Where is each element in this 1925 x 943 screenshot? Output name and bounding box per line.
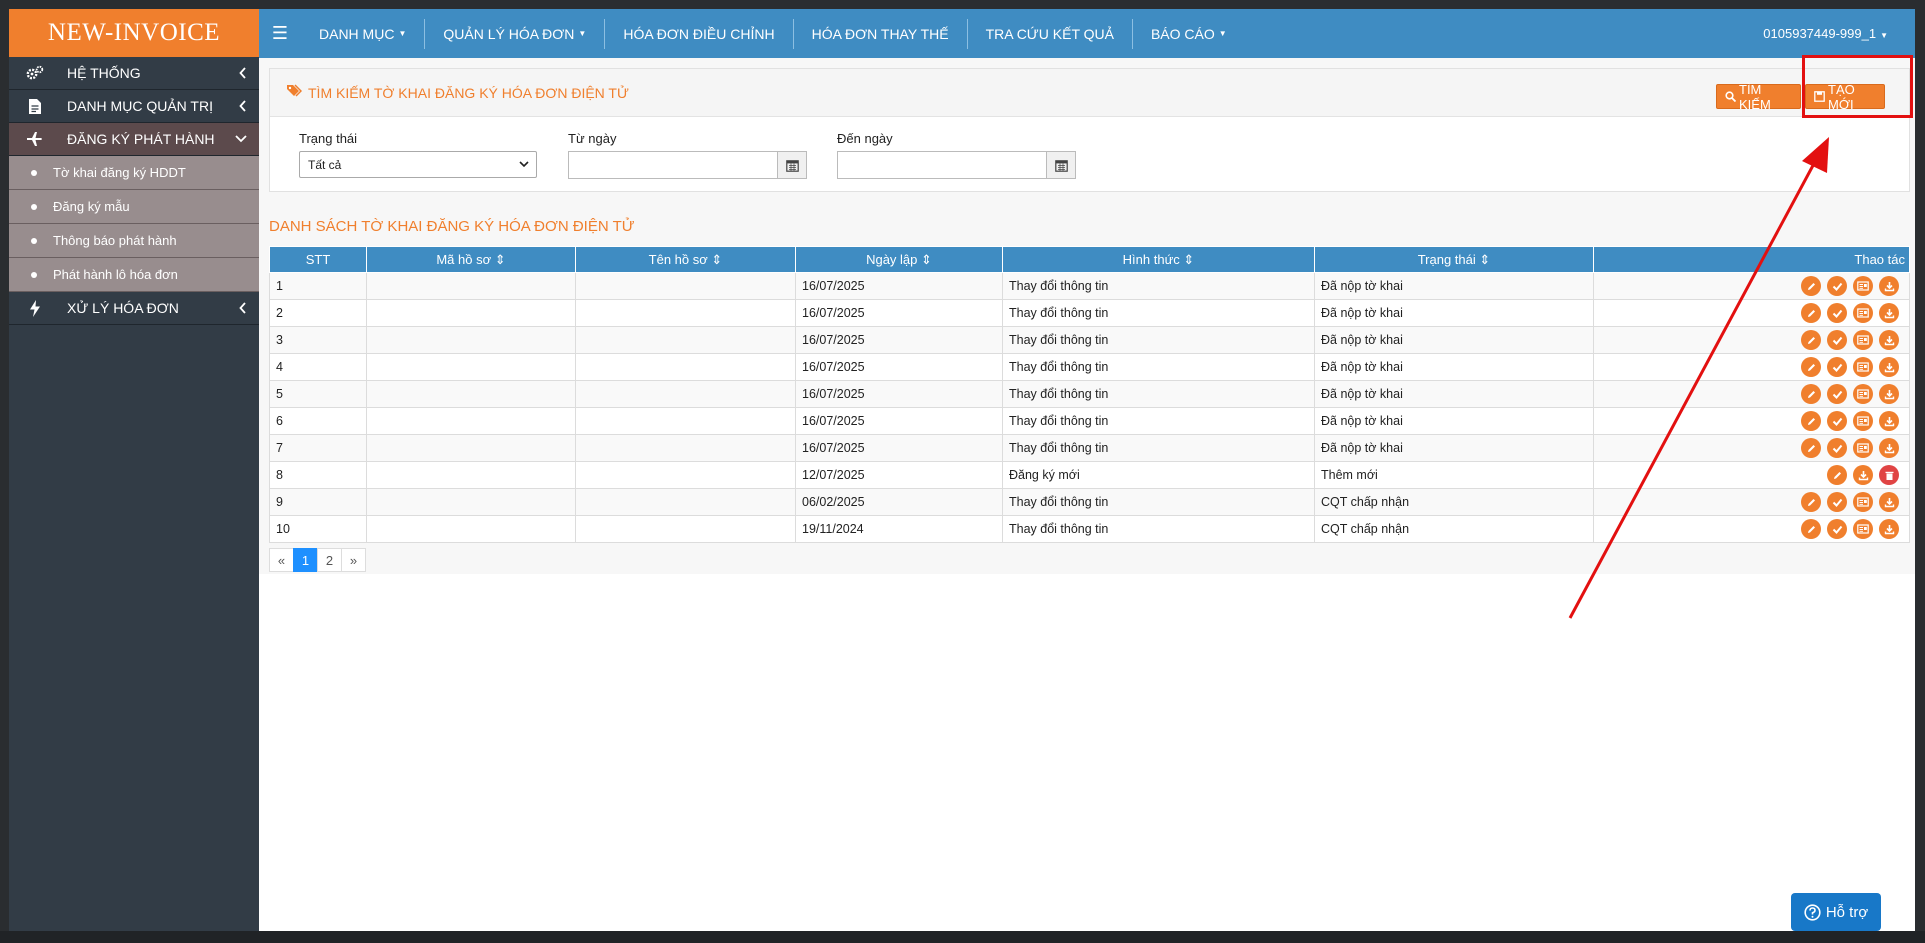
taskbar-strip (0, 931, 1925, 943)
annotation-arrow (1568, 137, 1829, 619)
